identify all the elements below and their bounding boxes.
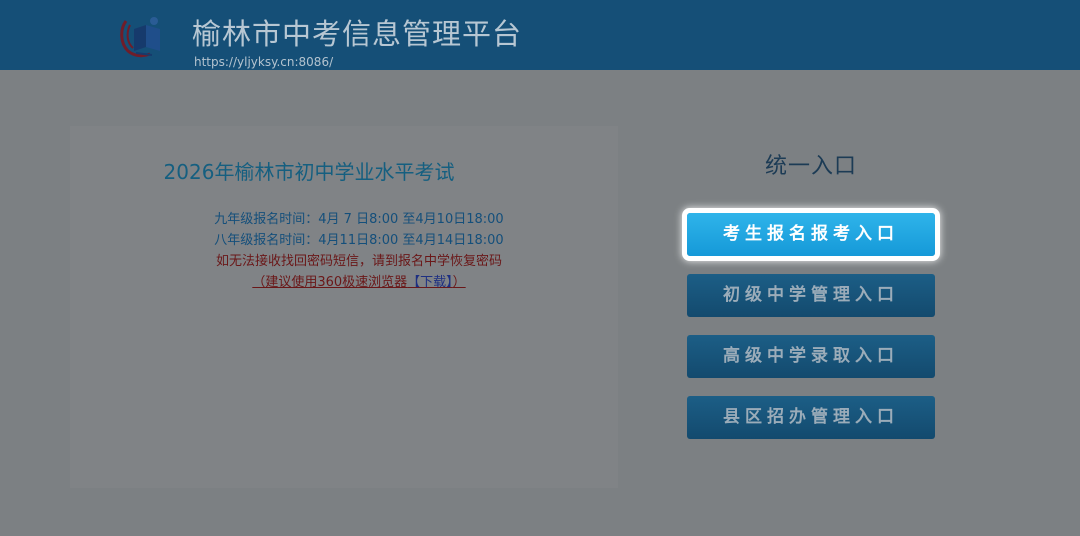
unified-entry-heading: 统一入口	[764, 154, 857, 179]
download-link[interactable]: 【下载】	[407, 275, 453, 290]
browser-hint-prefix: （建议使用360极速浏览器	[252, 275, 408, 290]
junior-school-admin-button[interactable]: 初级中学管理入口	[687, 274, 935, 317]
site-title: 榆林市中考信息管理平台	[192, 17, 523, 51]
password-recovery-hint: 如无法接收找回密码短信，请到报名中学恢复密码	[215, 254, 502, 269]
browser-recommendation: （建议使用360极速浏览器【下载】）	[70, 272, 648, 293]
county-office-admin-button[interactable]: 县区招办管理入口	[687, 396, 935, 439]
senior-school-admission-button[interactable]: 高级中学录取入口	[687, 335, 935, 378]
site-url[interactable]: https://yljyksy.cn:8086/	[194, 55, 333, 69]
book-globe-logo-icon	[120, 17, 160, 58]
browser-hint-suffix: ）	[452, 275, 466, 290]
site-header: 榆林市中考信息管理平台 https://yljyksy.cn:8086/	[0, 0, 1080, 70]
exam-title: 2026年榆林市初中学业水平考试	[163, 160, 455, 184]
grade9-schedule: 九年级报名时间：4月 7 日8:00 至4月10日18:00	[214, 212, 504, 227]
student-registration-button[interactable]: 考生报名报考入口	[687, 213, 935, 256]
grade8-schedule: 八年级报名时间：4月11日8:00 至4月14日18:00	[214, 233, 504, 248]
